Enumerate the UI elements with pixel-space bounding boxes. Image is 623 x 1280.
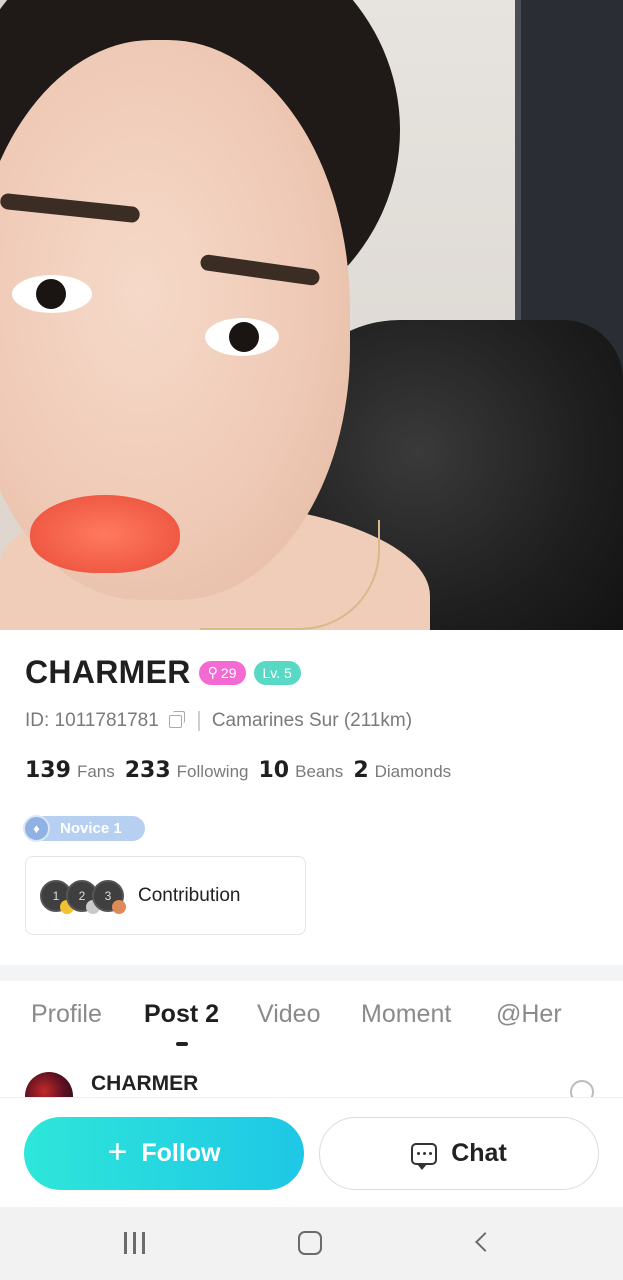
cover-lips — [30, 495, 180, 573]
tab-her[interactable]: @Her — [496, 1000, 562, 1029]
bronze-medal-icon: 3 — [92, 879, 126, 914]
profile-name: CHARMER — [25, 654, 191, 690]
timer-icon — [570, 1080, 594, 1098]
search-rank-badge: ⚲ 29 — [198, 660, 246, 685]
location-text: Camarines Sur (211km) — [211, 710, 413, 731]
divider — [197, 711, 200, 731]
chat-bubble-icon — [411, 1142, 438, 1170]
fans-count[interactable]: 139 — [25, 758, 71, 783]
section-divider — [0, 965, 623, 981]
contribution-label: Contribution — [138, 884, 241, 906]
diamonds-label: Diamonds — [374, 762, 452, 781]
contribution-medals: 1 2 3 — [40, 876, 130, 916]
home-icon[interactable] — [298, 1231, 322, 1255]
chat-button[interactable]: Chat — [319, 1117, 599, 1190]
stats-row: 139 Fans 233 Following 10 Beans 2 Diamon… — [25, 758, 461, 783]
follow-button[interactable]: + Follow — [24, 1117, 304, 1190]
medal-rank-2: 2 — [78, 888, 86, 903]
tab-profile[interactable]: Profile — [31, 1000, 102, 1029]
id-location-row: ID: 1011781781 Camarines Sur (211km) — [25, 710, 412, 732]
contribution-card[interactable]: 1 2 3 Contribution — [25, 856, 306, 935]
search-icon: ⚲ — [207, 664, 218, 680]
action-bar: + Follow Chat — [0, 1097, 623, 1207]
tab-video[interactable]: Video — [257, 1000, 321, 1029]
beans-count: 10 — [258, 758, 290, 783]
level-badge: Lv. 5 — [253, 660, 301, 685]
profile-cover-photo[interactable] — [0, 0, 623, 630]
profile-tabs: Profile Post 2 Video Moment @Her — [0, 1000, 623, 1050]
tab-moment[interactable]: Moment — [361, 1000, 451, 1029]
following-count[interactable]: 233 — [125, 758, 171, 783]
fans-label[interactable]: Fans — [77, 762, 115, 782]
avatar[interactable] — [25, 1072, 73, 1098]
back-icon[interactable] — [475, 1232, 495, 1252]
rank-shield-icon: ♦ — [23, 815, 50, 842]
rank-label: Novice 1 — [60, 820, 122, 837]
chat-label: Chat — [451, 1139, 507, 1167]
system-navigation-bar — [0, 1207, 623, 1280]
cover-eye-left — [12, 275, 92, 313]
beans-label: Beans — [295, 762, 344, 781]
rank-badge[interactable]: ♦ Novice 1 — [23, 815, 145, 842]
recents-icon[interactable] — [124, 1232, 145, 1254]
post-author-name: CHARMER — [91, 1072, 199, 1095]
following-label[interactable]: Following — [177, 762, 249, 782]
cover-eye-right — [205, 318, 279, 356]
active-tab-indicator — [176, 1042, 188, 1046]
search-rank-value: 29 — [220, 664, 237, 681]
tab-post[interactable]: Post 2 — [144, 1000, 219, 1029]
follow-label: Follow — [141, 1139, 221, 1167]
plus-icon: + — [107, 1133, 128, 1171]
medal-rank-3: 3 — [104, 888, 112, 903]
diamonds-count: 2 — [353, 758, 369, 783]
medal-rank-1: 1 — [52, 888, 60, 903]
post-list-item[interactable]: CHARMER — [0, 1068, 623, 1098]
user-id: ID: 1011781781 — [25, 710, 159, 731]
name-row: CHARMER ⚲ 29 Lv. 5 — [25, 654, 301, 691]
copy-icon[interactable] — [168, 710, 185, 728]
